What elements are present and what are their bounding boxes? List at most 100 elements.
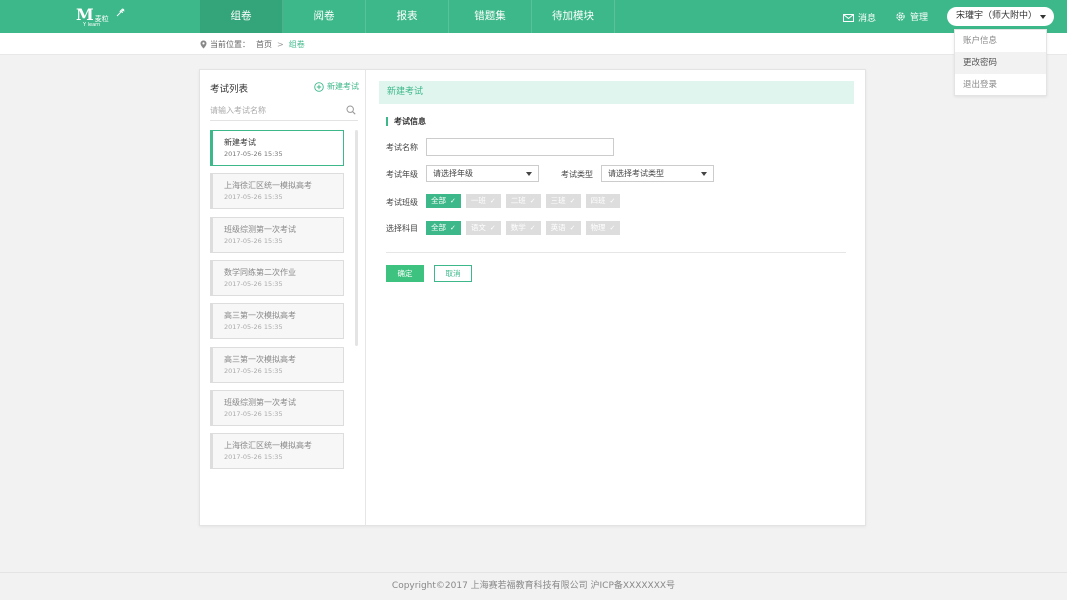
classes-chip-label: 三班: [550, 196, 566, 205]
exam-search-input[interactable]: [210, 101, 340, 119]
exam-item-name: 新建考试: [224, 138, 256, 147]
check-icon: ✓: [569, 224, 576, 232]
exam-item-name: 班级综测第一次考试: [224, 397, 296, 407]
exam-list-panel: 考试列表 新建考试 新建考试2017-05-26 15:35上海徐汇区统一模拟高…: [200, 70, 366, 525]
new-exam-label: 新建考试: [327, 82, 359, 91]
type-select[interactable]: 请选择考试类型: [601, 165, 714, 182]
exam-list-item[interactable]: 班级综测第一次考试 2017-05-26 15:35: [210, 216, 344, 253]
search-icon[interactable]: [346, 105, 356, 115]
breadcrumb-prefix: 当前位置：: [210, 40, 250, 49]
nav-item-0[interactable]: 组卷: [200, 0, 283, 33]
exam-name-input[interactable]: [426, 138, 614, 156]
classes-chip-label: 全部: [431, 196, 446, 205]
exam-list-item[interactable]: 班级综测第一次考试 2017-05-26 15:35: [210, 389, 344, 426]
caret-down-icon: [526, 172, 532, 176]
subject-label: 选择科目: [386, 224, 418, 233]
classes-chip[interactable]: 二班 ✓: [505, 194, 541, 208]
section-title: 考试信息: [386, 117, 426, 126]
exam-list-item[interactable]: 高三第一次模拟高考 2017-05-26 15:35: [210, 346, 344, 383]
type-select-value: 请选择考试类型: [608, 169, 664, 178]
breadcrumb-bar: 当前位置： 首页 > 组卷: [0, 33, 1067, 55]
check-icon: ✓: [450, 197, 456, 205]
logo-mark: M: [76, 5, 94, 24]
check-icon: ✓: [609, 224, 616, 232]
exam-item-name: 数学同练第二次作业: [224, 267, 296, 277]
nav-item-2[interactable]: 报表: [366, 0, 449, 33]
user-menu-item-1[interactable]: 更改密码: [955, 52, 1046, 74]
exam-list-scrollbar[interactable]: [355, 130, 358, 346]
manage-label: 管理: [910, 13, 929, 23]
subjects-chip-label: 物理: [590, 223, 606, 232]
classes-chip-label: 四班: [590, 196, 606, 205]
check-icon: ✓: [489, 224, 496, 232]
breadcrumb-home[interactable]: 首页: [256, 39, 272, 50]
main-card: 考试列表 新建考试 新建考试2017-05-26 15:35上海徐汇区统一模拟高…: [199, 69, 866, 526]
subjects-chip[interactable]: 全部 ✓: [426, 221, 461, 235]
subjects-chip[interactable]: 英语 ✓: [545, 221, 581, 235]
classes-chip-label: 一班: [470, 196, 486, 205]
classes-chip[interactable]: 全部 ✓: [426, 194, 461, 208]
exam-list-item[interactable]: 数学同练第二次作业 2017-05-26 15:35: [210, 259, 344, 296]
mail-icon: [843, 13, 854, 22]
user-menu-item-2[interactable]: 退出登录: [955, 74, 1046, 96]
subjects-chip[interactable]: 物理 ✓: [585, 221, 621, 235]
nav-item-1[interactable]: 阅卷: [283, 0, 366, 33]
new-exam-button[interactable]: 新建考试: [314, 81, 359, 92]
classes-chip[interactable]: 一班 ✓: [465, 194, 501, 208]
exam-item-name: 上海徐汇区统一模拟高考: [224, 181, 312, 191]
grade-select[interactable]: 请选择年级: [426, 165, 539, 182]
class-chip-group: 全部 ✓ 一班 ✓ 二班 ✓ 三班 ✓ 四班 ✓: [426, 194, 625, 208]
exam-item-date: 2017-05-26 15:35: [224, 453, 283, 462]
subjects-chip-label: 数学: [510, 223, 526, 232]
exam-item-name: 上海徐汇区统一模拟高考: [224, 441, 312, 451]
subjects-chip-label: 语文: [470, 223, 486, 232]
subjects-chip-label: 全部: [431, 223, 446, 232]
classes-chip[interactable]: 三班 ✓: [545, 194, 581, 208]
footer: Copyright©2017 上海赛若福教育科技有限公司 沪ICP备XXXXXX…: [0, 572, 1067, 600]
check-icon: ✓: [450, 224, 456, 232]
form-header: 新建考试: [379, 81, 854, 104]
wheat-icon: [116, 8, 125, 17]
location-pin-icon: [200, 40, 207, 49]
exam-type-label: 考试类型: [561, 170, 593, 179]
check-icon: ✓: [609, 197, 616, 205]
exam-item-name: 班级综测第一次考试: [224, 224, 296, 234]
user-menu-item-0[interactable]: 账户信息: [955, 30, 1046, 52]
check-icon: ✓: [569, 197, 576, 205]
check-icon: ✓: [529, 224, 536, 232]
copyright-text: Copyright©2017 上海赛若福教育科技有限公司 沪ICP备XXXXXX…: [391, 581, 676, 591]
exam-list-item[interactable]: 上海徐汇区统一模拟高考 2017-05-26 15:35: [210, 433, 344, 470]
exam-list-title: 考试列表: [210, 84, 249, 95]
exam-item-date: 2017-05-26 15:35: [224, 323, 283, 332]
exam-item-date: 2017-05-26 15:35: [224, 409, 283, 418]
exam-grade-label: 考试年级: [386, 170, 418, 179]
manage-link[interactable]: 管理: [895, 10, 928, 23]
confirm-button[interactable]: 确定: [386, 265, 424, 282]
exam-list-item[interactable]: 新建考试 2017-05-26 15:35: [210, 130, 344, 166]
exam-item-date: 2017-05-26 15:35: [224, 279, 283, 288]
exam-class-label: 考试班级: [386, 198, 418, 207]
exam-list-item[interactable]: 高三第一次模拟高考 2017-05-26 15:35: [210, 303, 344, 340]
nav-item-4[interactable]: 待加模块: [532, 0, 615, 33]
caret-down-icon: [1040, 15, 1046, 19]
plus-circle-icon: [314, 81, 324, 92]
breadcrumb-separator: >: [277, 40, 284, 49]
message-link[interactable]: 消息: [843, 11, 876, 24]
subject-chip-group: 全部 ✓ 语文 ✓ 数学 ✓ 英语 ✓ 物理 ✓: [426, 221, 625, 235]
gear-icon: [896, 12, 905, 21]
logo[interactable]: M 麦粒 Y learn: [76, 5, 125, 28]
exam-search: [210, 101, 358, 121]
check-icon: ✓: [529, 197, 536, 205]
subjects-chip[interactable]: 语文 ✓: [465, 221, 501, 235]
logo-subtext: Y learn: [83, 22, 101, 28]
exam-item-date: 2017-05-26 15:35: [224, 236, 283, 245]
subjects-chip[interactable]: 数学 ✓: [505, 221, 541, 235]
nav-item-3[interactable]: 错题集: [449, 0, 532, 33]
classes-chip-label: 二班: [510, 196, 526, 205]
user-menu-button[interactable]: 宋瓘宇（师大附中）: [947, 7, 1054, 26]
classes-chip[interactable]: 四班 ✓: [585, 194, 621, 208]
exam-item-date: 2017-05-26 15:35: [224, 366, 283, 375]
breadcrumb: 当前位置： 首页 > 组卷: [200, 39, 305, 50]
cancel-button[interactable]: 取消: [434, 265, 472, 282]
exam-list-item[interactable]: 上海徐汇区统一模拟高考 2017-05-26 15:35: [210, 173, 344, 210]
